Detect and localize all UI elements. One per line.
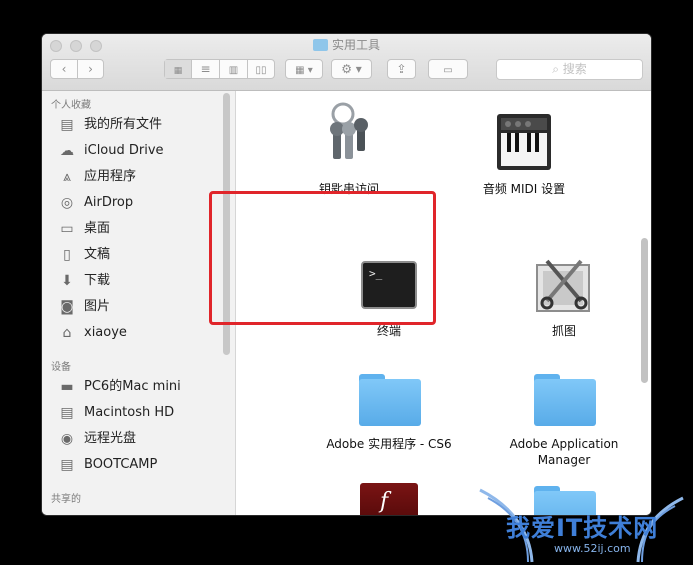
sidebar-item-label: 应用程序 — [84, 169, 137, 184]
disk-icon: ▤ — [60, 405, 74, 421]
sidebar-item-documents[interactable]: ▯ 文稿 — [58, 244, 223, 266]
share-icon: ⇪ — [396, 62, 407, 76]
file-item-flash[interactable]: f — [314, 483, 464, 515]
sidebar-item-airdrop[interactable]: ◎ AirDrop — [58, 192, 223, 214]
sidebar-item-icloud[interactable]: ☁ iCloud Drive — [58, 140, 223, 162]
sidebar-item-pictures[interactable]: ◙ 图片 — [58, 296, 223, 318]
column-view-button[interactable]: ▥ — [220, 60, 248, 78]
home-icon: ⌂ — [62, 325, 72, 341]
list-icon: ≡ — [200, 62, 211, 76]
camera-icon: ◙ — [60, 299, 74, 315]
file-item-adobe-utilities-folder[interactable]: Adobe 实用程序 - CS6 — [314, 374, 464, 469]
keychain-icon — [330, 102, 368, 159]
all-files-icon: ▤ — [60, 117, 74, 133]
sidebar-item-home[interactable]: ⌂ xiaoye — [58, 322, 223, 344]
nav-buttons: ‹ › — [50, 59, 104, 79]
watermark-url: www.52ij.com — [554, 542, 631, 555]
computer-icon: ▬ — [60, 379, 74, 395]
file-item-adobe-application-manager-folder[interactable]: Adobe Application Manager — [489, 374, 639, 469]
flash-icon: f — [360, 483, 418, 515]
desktop-icon: ▭ — [60, 221, 74, 237]
icon-view-button[interactable]: ▦ — [165, 60, 192, 78]
sidebar-item-desktop[interactable]: ▭ 桌面 — [58, 218, 223, 240]
sidebar-item-downloads[interactable]: ⬇ 下载 — [58, 270, 223, 292]
search-placeholder: 搜索 — [562, 62, 587, 76]
sidebar-item-macintosh-hd[interactable]: ▤ Macintosh HD — [58, 402, 223, 424]
sidebar-item-remote-disc[interactable]: ◉ 远程光盘 — [58, 428, 223, 450]
sidebar-item-applications[interactable]: ⩓ 应用程序 — [58, 166, 223, 188]
download-icon: ⬇ — [61, 273, 73, 289]
file-label: Adobe 实用程序 - CS6 — [326, 437, 452, 451]
sidebar-section-favorites: 个人收藏 — [51, 100, 91, 111]
sidebar-item-all-files[interactable]: ▤ 我的所有文件 — [58, 114, 223, 136]
share-button[interactable]: ⇪ — [387, 59, 416, 79]
applications-icon: ⩓ — [63, 169, 71, 185]
search-input[interactable]: ⌕ 搜索 — [496, 59, 643, 80]
sidebar: 个人收藏 ▤ 我的所有文件 ☁ iCloud Drive ⩓ 应用程序 ◎ Ai… — [42, 91, 236, 515]
chevron-left-icon: ‹ — [61, 62, 67, 76]
sidebar-item-label: 我的所有文件 — [84, 117, 163, 132]
forward-button[interactable]: › — [78, 60, 103, 78]
arrange-button[interactable]: ▦ ▾ — [285, 59, 323, 79]
list-view-button[interactable]: ≡ — [192, 60, 220, 78]
coverflow-icon: ▯▯ — [255, 65, 267, 76]
file-item-audio-midi[interactable]: 音频 MIDI 设置 — [449, 101, 599, 196]
sidebar-item-label: 图片 — [84, 299, 111, 314]
file-item-grab[interactable]: 抓图 — [489, 255, 639, 345]
view-mode-control: ▦ ≡ ▥ ▯▯ — [164, 59, 275, 79]
titlebar: 实用工具 ‹ › ▦ ≡ ▥ ▯▯ ▦ ▾ ⚙ ▾ ⇪ ▭ ⌕ 搜索 — [42, 34, 651, 91]
sidebar-item-label: 文稿 — [84, 247, 111, 262]
columns-icon: ▥ — [228, 65, 239, 76]
sidebar-item-label: AirDrop — [84, 195, 134, 210]
grab-icon — [536, 259, 590, 312]
arrange-icon: ▦ ▾ — [295, 65, 313, 76]
folder-icon — [312, 39, 328, 51]
content-scrollbar[interactable] — [641, 238, 648, 383]
cloud-icon: ☁ — [60, 143, 74, 159]
folder-icon — [359, 374, 421, 426]
file-item-keychain[interactable]: 钥匙串访问 — [274, 101, 424, 196]
sidebar-section-shared: 共享的 — [51, 494, 81, 505]
sidebar-item-label: PC6的Mac mini — [84, 379, 181, 394]
gear-icon: ⚙ ▾ — [341, 62, 362, 76]
sidebar-item-label: 远程光盘 — [84, 431, 137, 446]
flash-glyph: f — [380, 489, 389, 514]
optical-disc-icon: ◉ — [60, 431, 74, 447]
sidebar-item-label: Macintosh HD — [84, 405, 175, 420]
grid-icon: ▦ — [173, 66, 183, 76]
file-label: 音频 MIDI 设置 — [482, 182, 566, 196]
highlight-box — [209, 191, 436, 325]
watermark-title: 我爱IT技术网 — [506, 514, 659, 542]
sidebar-item-label: 下载 — [84, 273, 111, 288]
back-button[interactable]: ‹ — [51, 60, 78, 78]
tag-icon: ▭ — [443, 65, 453, 76]
file-label: Adobe Application Manager — [509, 437, 619, 467]
midi-keyboard-icon — [497, 114, 551, 170]
window-title: 实用工具 — [42, 37, 651, 53]
file-label: 终端 — [376, 324, 401, 338]
sidebar-item-label: 桌面 — [84, 221, 111, 236]
sidebar-item-label: xiaoye — [84, 325, 127, 340]
search-icon: ⌕ — [552, 62, 559, 76]
window-title-text: 实用工具 — [331, 38, 380, 52]
documents-icon: ▯ — [63, 247, 71, 263]
sidebar-item-label: iCloud Drive — [84, 143, 164, 158]
chevron-right-icon: › — [88, 62, 93, 76]
sidebar-item-mac-mini[interactable]: ▬ PC6的Mac mini — [58, 376, 223, 398]
sidebar-item-bootcamp[interactable]: ▤ BOOTCAMP — [58, 454, 223, 476]
disk-icon: ▤ — [60, 457, 74, 473]
airdrop-icon: ◎ — [60, 195, 74, 211]
coverflow-view-button[interactable]: ▯▯ — [248, 60, 274, 78]
file-label: 抓图 — [551, 324, 576, 338]
sidebar-item-label: BOOTCAMP — [84, 457, 158, 472]
action-button[interactable]: ⚙ ▾ — [331, 59, 372, 79]
folder-icon — [534, 374, 596, 426]
watermark: 我爱IT技术网 www.52ij.com — [470, 470, 693, 565]
sidebar-section-devices: 设备 — [51, 362, 71, 373]
tags-button[interactable]: ▭ — [428, 59, 468, 79]
